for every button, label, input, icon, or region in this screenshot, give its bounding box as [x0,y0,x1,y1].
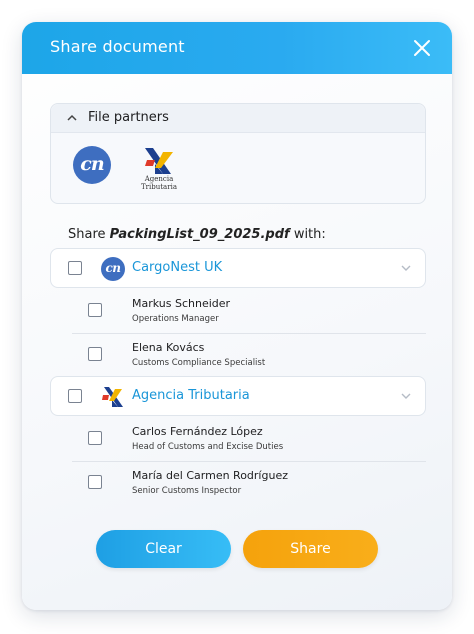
person-checkbox[interactable] [88,475,102,489]
person-checkbox[interactable] [88,303,102,317]
agencia-tributaria-logo-icon [102,387,123,407]
person-row[interactable]: Elena Kovács Customs Compliance Speciali… [72,334,426,378]
share-document-dialog: Share document File partners cn Agencia … [22,22,452,610]
share-suffix: with: [293,227,326,242]
close-icon[interactable] [412,38,432,58]
person-role: Senior Customs Inspector [132,486,242,496]
company-row-agencia-tributaria[interactable]: Agencia Tributaria [50,376,426,416]
agencia-tributaria-logo-icon: Agencia Tributaria [127,146,191,191]
company-checkbox-agencia-tributaria[interactable] [68,389,82,403]
person-checkbox[interactable] [88,431,102,445]
company-name: CargoNest UK [132,260,223,275]
person-name: María del Carmen Rodríguez [132,469,288,482]
clear-button[interactable]: Clear [96,530,231,568]
person-role: Head of Customs and Excise Duties [132,442,284,452]
chevron-down-icon[interactable] [401,393,411,400]
person-name: Carlos Fernández López [132,425,263,438]
agencia-tributaria-logo-caption: Agencia Tributaria [141,175,177,191]
file-partners-panel: File partners cn Agencia Tributaria [50,103,426,204]
share-with-label: Share PackingList_09_2025.pdf with: [68,227,326,242]
person-role: Operations Manager [132,314,219,324]
share-button[interactable]: Share [243,530,378,568]
cargonest-logo-icon: cn [101,257,125,281]
company-row-cargonest[interactable]: cn CargoNest UK [50,248,426,288]
person-name: Markus Schneider [132,297,231,310]
company-name: Agencia Tributaria [132,388,250,403]
file-partners-toggle[interactable]: File partners [51,104,425,133]
dialog-title: Share document [50,37,185,56]
cargonest-logo-icon: cn [73,146,111,184]
person-checkbox[interactable] [88,347,102,361]
file-partners-title: File partners [88,110,169,125]
person-role: Customs Compliance Specialist [132,358,266,368]
company-checkbox-cargonest[interactable] [68,261,82,275]
chevron-up-icon [67,114,77,121]
share-prefix: Share [68,227,106,242]
shared-filename: PackingList_09_2025.pdf [109,227,290,242]
person-row[interactable]: Carlos Fernández López Head of Customs a… [72,418,426,462]
person-row[interactable]: Markus Schneider Operations Manager [72,290,426,334]
chevron-down-icon[interactable] [401,265,411,272]
person-row[interactable]: María del Carmen Rodríguez Senior Custom… [72,462,426,506]
dialog-header: Share document [22,22,452,74]
person-name: Elena Kovács [132,341,205,354]
